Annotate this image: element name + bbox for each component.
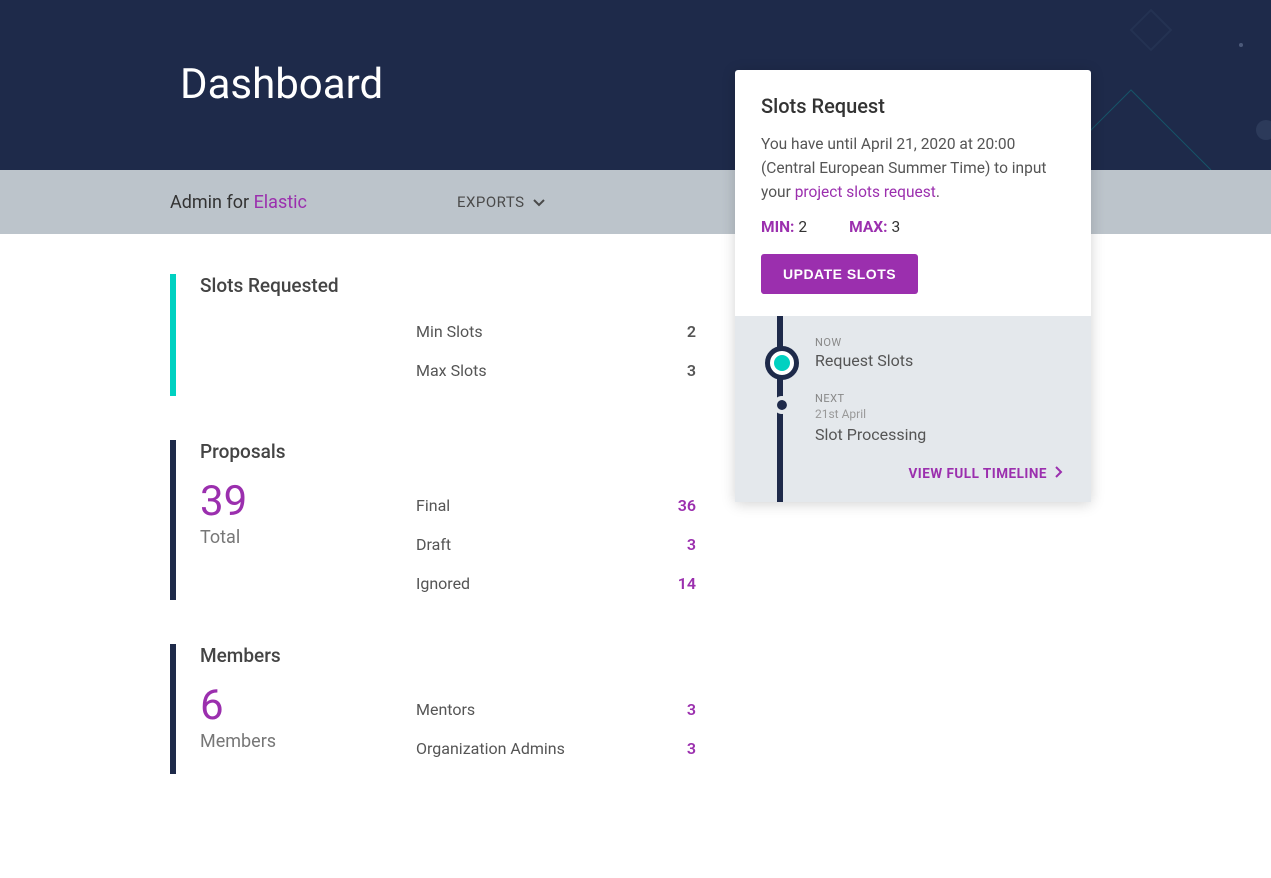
view-full-label: VIEW FULL TIMELINE — [908, 466, 1047, 482]
stat-label: Organization Admins — [416, 739, 565, 758]
admin-for-text: Admin for Elastic — [170, 192, 307, 213]
section-accent-bar — [170, 644, 176, 774]
stat-value: 36 — [678, 496, 696, 515]
timeline-now-label: Request Slots — [815, 351, 1065, 370]
stat-value: 14 — [678, 574, 696, 593]
stat-value: 3 — [687, 361, 696, 380]
view-full-timeline-link[interactable]: VIEW FULL TIMELINE — [761, 466, 1065, 482]
stat-value: 3 — [687, 535, 696, 554]
stat-value: 2 — [687, 322, 696, 341]
members-section-title: Members — [200, 644, 1091, 667]
card-desc-suffix: . — [936, 183, 940, 201]
min-block: MIN:2 — [761, 218, 807, 236]
exports-label: EXPORTS — [457, 193, 525, 211]
stat-label: Final — [416, 496, 450, 515]
timeline-next-label: Slot Processing — [815, 425, 1065, 444]
stat-row-ignored[interactable]: Ignored 14 — [416, 564, 696, 603]
org-link[interactable]: Elastic — [254, 192, 307, 213]
stat-row-draft[interactable]: Draft 3 — [416, 525, 696, 564]
stat-label: Draft — [416, 535, 451, 554]
timeline-next-date: 21st April — [815, 407, 1065, 421]
update-slots-button[interactable]: UPDATE SLOTS — [761, 254, 918, 294]
stat-label: Mentors — [416, 700, 475, 719]
admin-for-prefix: Admin for — [170, 192, 254, 213]
stat-value: 3 — [687, 700, 696, 719]
card-description: You have until April 21, 2020 at 20:00 (… — [761, 132, 1065, 204]
chevron-down-icon — [533, 193, 545, 211]
members-stat-rows: Mentors 3 Organization Admins 3 — [416, 690, 696, 768]
max-block: MAX:3 — [849, 218, 900, 236]
project-slots-link[interactable]: project slots request — [795, 183, 936, 201]
stat-value: 3 — [687, 739, 696, 758]
timeline-now-tag: NOW — [815, 336, 1065, 349]
stat-label: Min Slots — [416, 322, 483, 341]
exports-dropdown[interactable]: EXPORTS — [457, 193, 545, 211]
stat-row-final[interactable]: Final 36 — [416, 486, 696, 525]
proposals-stat-rows: Final 36 Draft 3 Ignored 14 — [416, 486, 696, 603]
card-top: Slots Request You have until April 21, 2… — [735, 70, 1091, 316]
timeline-next-tag: NEXT — [815, 392, 1065, 405]
section-accent-bar — [170, 274, 176, 396]
card-title: Slots Request — [761, 94, 1065, 118]
stat-row-max-slots: Max Slots 3 — [416, 351, 696, 390]
max-value: 3 — [891, 218, 900, 236]
min-value: 2 — [798, 218, 807, 236]
stat-row-mentors[interactable]: Mentors 3 — [416, 690, 696, 729]
chevron-right-icon — [1055, 466, 1063, 482]
min-label: MIN: — [761, 218, 794, 236]
timeline-panel: NOW Request Slots NEXT 21st April Slot P… — [735, 316, 1091, 502]
max-label: MAX: — [849, 218, 887, 236]
stat-row-org-admins[interactable]: Organization Admins 3 — [416, 729, 696, 768]
minmax-row: MIN:2 MAX:3 — [761, 218, 1065, 236]
page-title: Dashboard — [180, 60, 383, 109]
timeline-item-now: NOW Request Slots — [761, 336, 1065, 370]
stat-row-min-slots: Min Slots 2 — [416, 312, 696, 351]
section-accent-bar — [170, 440, 176, 600]
timeline-item-next: NEXT 21st April Slot Processing — [761, 392, 1065, 444]
timeline-next-dot-icon — [777, 400, 787, 410]
members-section: Members 6 Members Mentors 3 Organization… — [170, 644, 1091, 774]
stat-label: Ignored — [416, 574, 470, 593]
timeline-current-dot-icon — [765, 346, 799, 380]
stat-label: Max Slots — [416, 361, 487, 380]
slots-stat-rows: Min Slots 2 Max Slots 3 — [416, 312, 696, 390]
slots-request-card: Slots Request You have until April 21, 2… — [735, 70, 1091, 502]
